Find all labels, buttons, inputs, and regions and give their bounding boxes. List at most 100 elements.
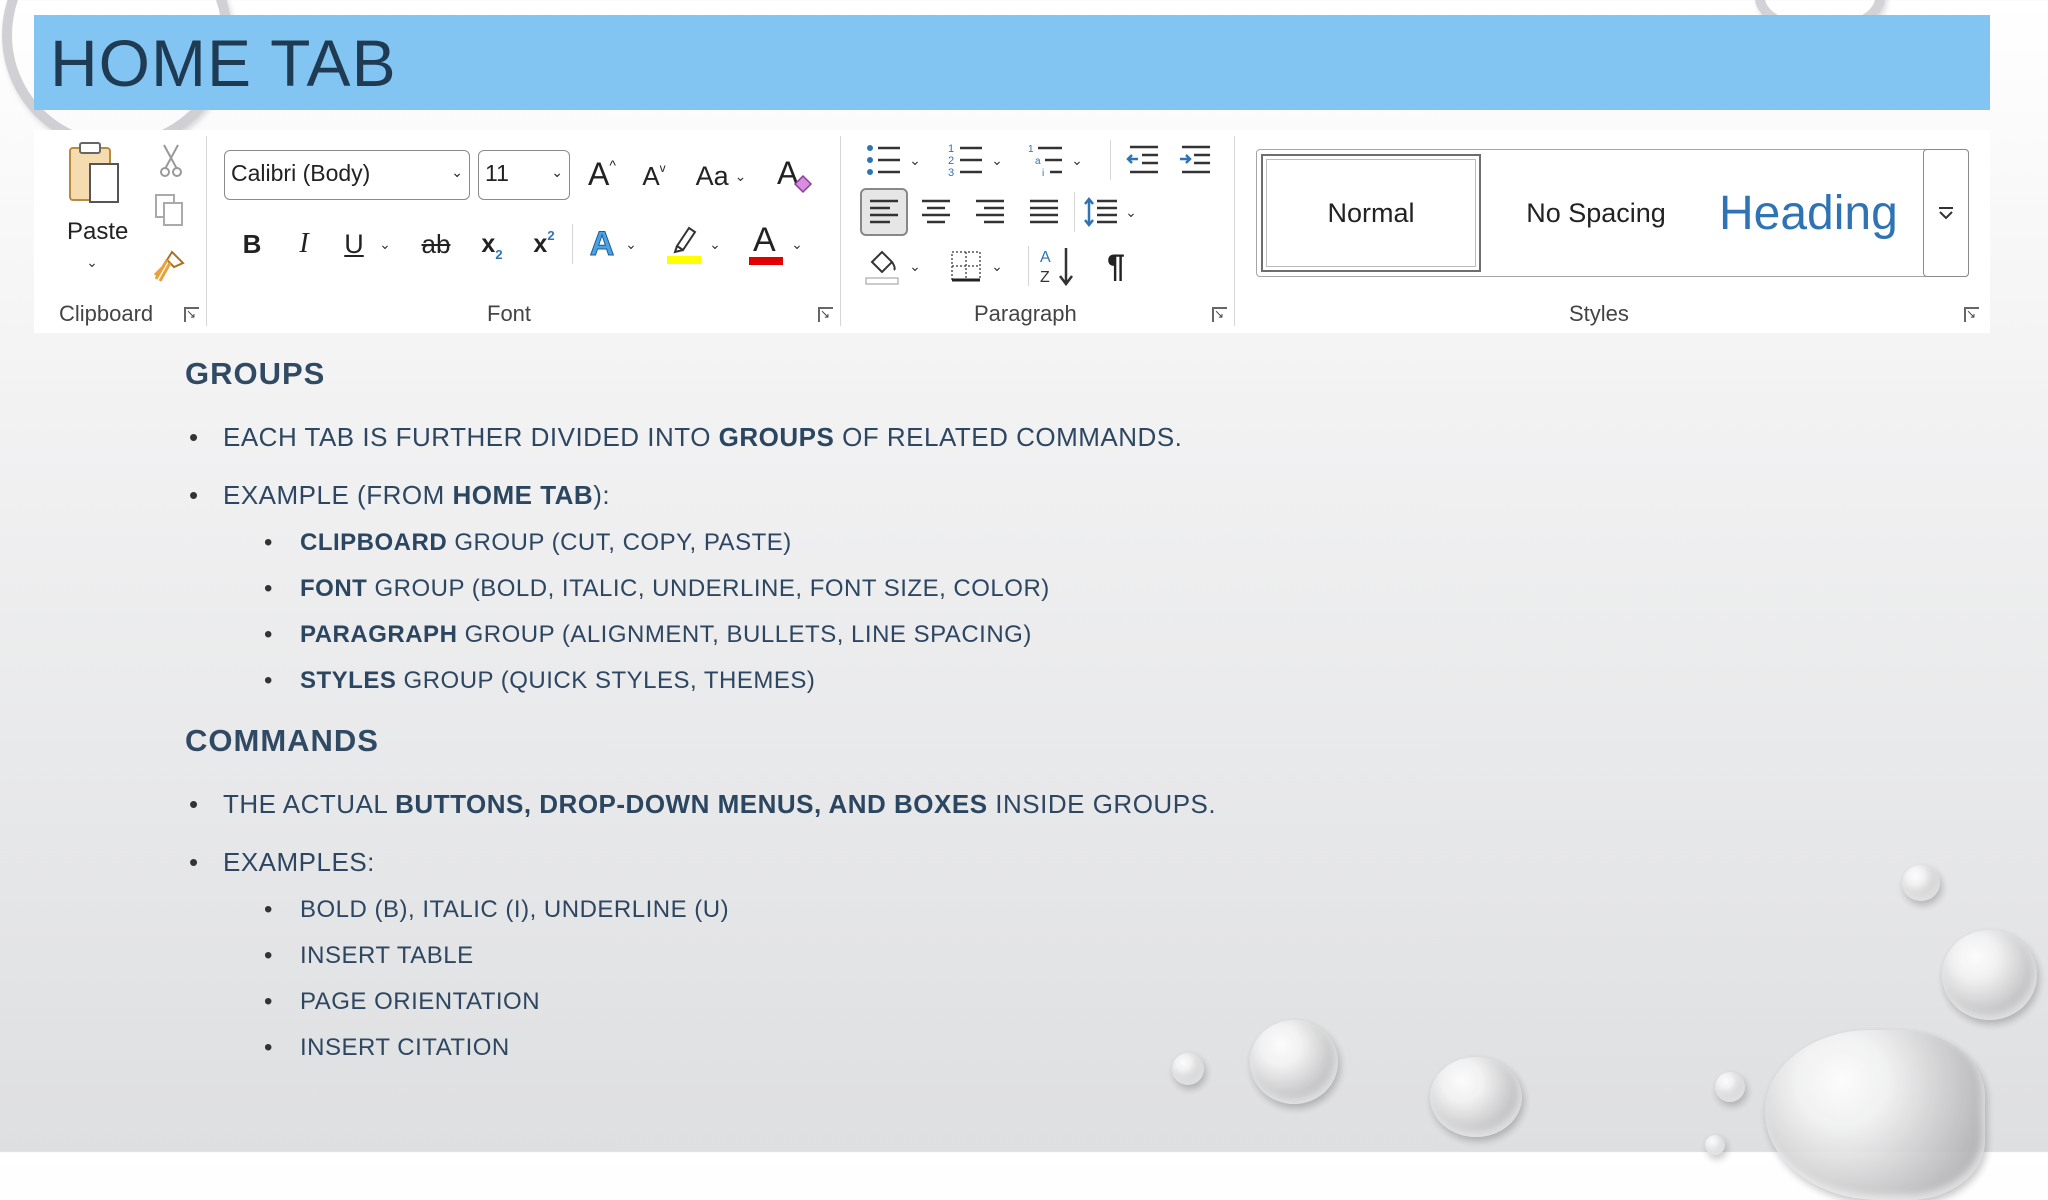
line-spacing-icon <box>1084 196 1117 228</box>
caret-down-icon: v <box>659 161 666 175</box>
text-effects-button[interactable]: A <box>582 222 622 266</box>
strikethrough-button[interactable]: ab <box>416 224 456 264</box>
grow-font-button[interactable]: A ^ <box>580 152 624 196</box>
show-formatting-marks-button[interactable]: ¶ <box>1096 246 1136 286</box>
bullet-text: EXAMPLES: <box>223 847 375 877</box>
numbering-chevron-down-icon[interactable]: ⌄ <box>990 148 1004 172</box>
underline-button[interactable]: U <box>336 224 372 264</box>
underline-chevron-down-icon[interactable]: ⌄ <box>378 232 392 256</box>
bullet-bold-text: FONT <box>300 575 368 602</box>
shading-chevron-down-icon[interactable]: ⌄ <box>908 254 922 278</box>
bullet-text: GROUP (QUICK STYLES, THEMES) <box>396 667 816 694</box>
font-name-combobox[interactable]: Calibri (Body) ⌄ <box>224 150 470 200</box>
clipboard-icon <box>69 142 119 203</box>
shading-button[interactable] <box>860 244 904 288</box>
superscript-icon: x <box>533 229 548 258</box>
borders-chevron-down-icon[interactable]: ⌄ <box>990 254 1004 278</box>
grow-font-icon: A <box>588 155 610 192</box>
clear-formatting-button[interactable]: A <box>774 152 814 196</box>
sort-icon: AZ <box>1040 248 1073 287</box>
multilevel-list-button[interactable]: 1ai <box>1024 140 1068 180</box>
highlighter-icon <box>667 226 701 264</box>
subscript-button[interactable]: x2 <box>472 224 512 264</box>
align-center-button[interactable] <box>914 192 958 232</box>
italic-button[interactable]: I <box>286 224 322 264</box>
style-normal[interactable]: Normal <box>1261 154 1481 272</box>
bold-button[interactable]: B <box>234 224 270 264</box>
line-spacing-chevron-down-icon[interactable]: ⌄ <box>1124 200 1138 224</box>
bullet-icon: • <box>189 789 199 819</box>
list-item: • EACH TAB IS FURTHER DIVIDED INTO GROUP… <box>189 422 1183 453</box>
bullet-icon: • <box>189 847 199 877</box>
shrink-font-button[interactable]: Av <box>634 156 674 196</box>
groups-heading: GROUPS <box>185 356 326 391</box>
bullet-bold-text: HOME TAB <box>452 480 594 510</box>
styles-group-label: Styles <box>1569 301 1629 326</box>
superscript-button[interactable]: x2 <box>524 224 564 264</box>
multilevel-chevron-down-icon[interactable]: ⌄ <box>1070 148 1084 172</box>
bullet-text: ): <box>593 480 611 510</box>
highlight-button[interactable] <box>664 220 704 268</box>
styles-more-button[interactable] <box>1923 149 1969 277</box>
bullet-text: OF RELATED COMMANDS. <box>834 422 1183 452</box>
list-item: • EXAMPLE (FROM HOME TAB): <box>189 480 611 511</box>
bullet-icon: • <box>264 896 273 923</box>
clipboard-group-label: Clipboard <box>59 301 154 326</box>
font-dialog-launcher-icon[interactable]: ↘ <box>818 307 833 322</box>
paste-button[interactable] <box>62 138 126 208</box>
increase-indent-button[interactable] <box>1174 140 1218 180</box>
align-left-button[interactable] <box>860 188 908 236</box>
decrease-indent-icon <box>1126 145 1158 174</box>
change-case-icon: Aa <box>695 160 729 191</box>
decrease-indent-button[interactable] <box>1122 140 1166 180</box>
chevron-down-icon: ⌄ <box>551 164 563 180</box>
cut-button[interactable] <box>154 142 188 178</box>
bullet-icon: • <box>264 988 273 1015</box>
borders-button[interactable] <box>944 246 988 286</box>
style-no-spacing[interactable]: No Spacing <box>1491 154 1701 272</box>
list-item: • FONT GROUP (BOLD, ITALIC, UNDERLINE, F… <box>264 575 1050 603</box>
list-item: • STYLES GROUP (QUICK STYLES, THEMES) <box>264 667 816 695</box>
bullets-chevron-down-icon[interactable]: ⌄ <box>908 148 922 172</box>
align-right-button[interactable] <box>968 192 1012 232</box>
font-color-button[interactable]: A <box>746 218 786 268</box>
list-item: • THE ACTUAL BUTTONS, DROP-DOWN MENUS, A… <box>189 789 1216 820</box>
more-dropdown-icon <box>1939 207 1953 220</box>
water-drop-decoration <box>1250 1020 1338 1104</box>
copy-button[interactable] <box>150 192 188 228</box>
caret-up-icon: ^ <box>609 157 616 173</box>
line-spacing-button[interactable] <box>1080 192 1122 232</box>
paste-dropdown-chevron-icon[interactable]: ⌄ <box>82 254 102 270</box>
clear-formatting-icon: A <box>777 155 813 194</box>
font-color-icon: A <box>749 221 783 265</box>
group-separator <box>1074 192 1075 232</box>
bullet-bold-text: BUTTONS, DROP-DOWN MENUS, AND BOXES <box>395 789 988 819</box>
bullets-button[interactable] <box>862 140 906 180</box>
svg-text:1: 1 <box>948 143 954 155</box>
justify-button[interactable] <box>1022 192 1066 232</box>
font-color-chevron-down-icon[interactable]: ⌄ <box>790 232 804 256</box>
list-item: • BOLD (B), ITALIC (I), UNDERLINE (U) <box>264 896 729 924</box>
paragraph-dialog-launcher-icon[interactable]: ↘ <box>1212 307 1227 322</box>
bullet-list-icon <box>867 145 900 175</box>
highlight-chevron-down-icon[interactable]: ⌄ <box>708 232 722 256</box>
commands-heading: COMMANDS <box>185 723 379 758</box>
format-painter-button[interactable] <box>150 248 188 284</box>
water-drop-decoration <box>1765 1030 1985 1200</box>
change-case-button[interactable]: Aa ⌄ <box>690 156 752 196</box>
bullet-text: GROUP (ALIGNMENT, BULLETS, LINE SPACING) <box>457 621 1032 648</box>
font-size-combobox[interactable]: 11 ⌄ <box>478 150 570 200</box>
styles-dialog-launcher-icon[interactable]: ↘ <box>1964 307 1979 322</box>
clipboard-dialog-launcher-icon[interactable]: ↘ <box>184 307 199 322</box>
style-heading[interactable]: Heading <box>1701 154 1921 272</box>
group-separator <box>1110 140 1111 180</box>
bullet-text: THE ACTUAL <box>223 789 396 819</box>
sort-button[interactable]: AZ <box>1034 242 1082 290</box>
group-separator <box>206 136 207 326</box>
subscript-icon: x <box>481 229 496 258</box>
water-drop-decoration <box>1902 865 1940 901</box>
text-effects-chevron-down-icon[interactable]: ⌄ <box>624 232 638 256</box>
numbering-button[interactable]: 123 <box>944 140 988 180</box>
paste-label[interactable]: Paste <box>67 218 128 246</box>
group-separator <box>1028 246 1029 286</box>
